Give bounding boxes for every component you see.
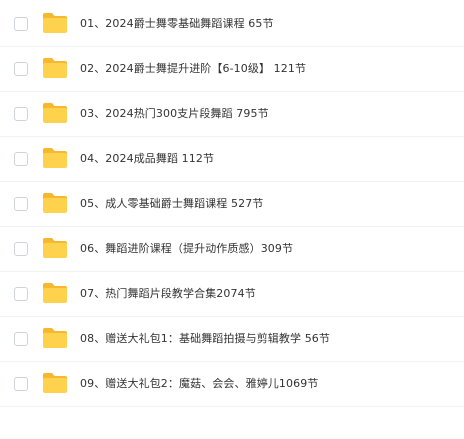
file-name[interactable]: 08、赠送大礼包1：基础舞蹈拍摄与剪辑教学 56节 <box>80 331 330 347</box>
file-name[interactable]: 05、成人零基础爵士舞蹈课程 527节 <box>80 196 263 212</box>
row-checkbox[interactable] <box>14 152 28 166</box>
folder-icon <box>42 102 68 124</box>
file-row-03[interactable]: 03、2024热门300支片段舞蹈 795节 <box>0 92 464 137</box>
file-name[interactable]: 09、赠送大礼包2：魔菇、会会、雅婷儿1069节 <box>80 376 318 392</box>
folder-icon <box>42 57 68 79</box>
folder-icon <box>42 327 68 349</box>
folder-icon <box>42 282 68 304</box>
row-checkbox[interactable] <box>14 242 28 256</box>
file-row-06[interactable]: 06、舞蹈进阶课程（提升动作质感）309节 <box>0 227 464 272</box>
row-checkbox[interactable] <box>14 17 28 31</box>
file-row-02[interactable]: 02、2024爵士舞提升进阶【6-10级】 121节 <box>0 47 464 92</box>
file-name[interactable]: 03、2024热门300支片段舞蹈 795节 <box>80 106 269 122</box>
row-checkbox[interactable] <box>14 62 28 76</box>
file-row-04[interactable]: 04、2024成品舞蹈 112节 <box>0 137 464 182</box>
file-list: 01、2024爵士舞零基础舞蹈课程 65节 02、2024爵士舞提升进阶【6-1… <box>0 0 464 439</box>
file-name[interactable]: 07、热门舞蹈片段教学合集2074节 <box>80 286 256 302</box>
folder-icon <box>42 192 68 214</box>
folder-icon <box>42 372 68 394</box>
file-row-01[interactable]: 01、2024爵士舞零基础舞蹈课程 65节 <box>0 2 464 47</box>
file-name[interactable]: 04、2024成品舞蹈 112节 <box>80 151 214 167</box>
row-checkbox[interactable] <box>14 287 28 301</box>
file-row-08[interactable]: 08、赠送大礼包1：基础舞蹈拍摄与剪辑教学 56节 <box>0 317 464 362</box>
file-row-09[interactable]: 09、赠送大礼包2：魔菇、会会、雅婷儿1069节 <box>0 362 464 407</box>
file-name[interactable]: 06、舞蹈进阶课程（提升动作质感）309节 <box>80 241 293 257</box>
row-checkbox[interactable] <box>14 107 28 121</box>
row-checkbox[interactable] <box>14 332 28 346</box>
row-checkbox[interactable] <box>14 197 28 211</box>
folder-icon <box>42 12 68 34</box>
folder-icon <box>42 147 68 169</box>
folder-icon <box>42 237 68 259</box>
file-name[interactable]: 02、2024爵士舞提升进阶【6-10级】 121节 <box>80 61 306 77</box>
row-checkbox[interactable] <box>14 377 28 391</box>
file-row-05[interactable]: 05、成人零基础爵士舞蹈课程 527节 <box>0 182 464 227</box>
file-row-07[interactable]: 07、热门舞蹈片段教学合集2074节 <box>0 272 464 317</box>
file-name[interactable]: 01、2024爵士舞零基础舞蹈课程 65节 <box>80 16 274 32</box>
